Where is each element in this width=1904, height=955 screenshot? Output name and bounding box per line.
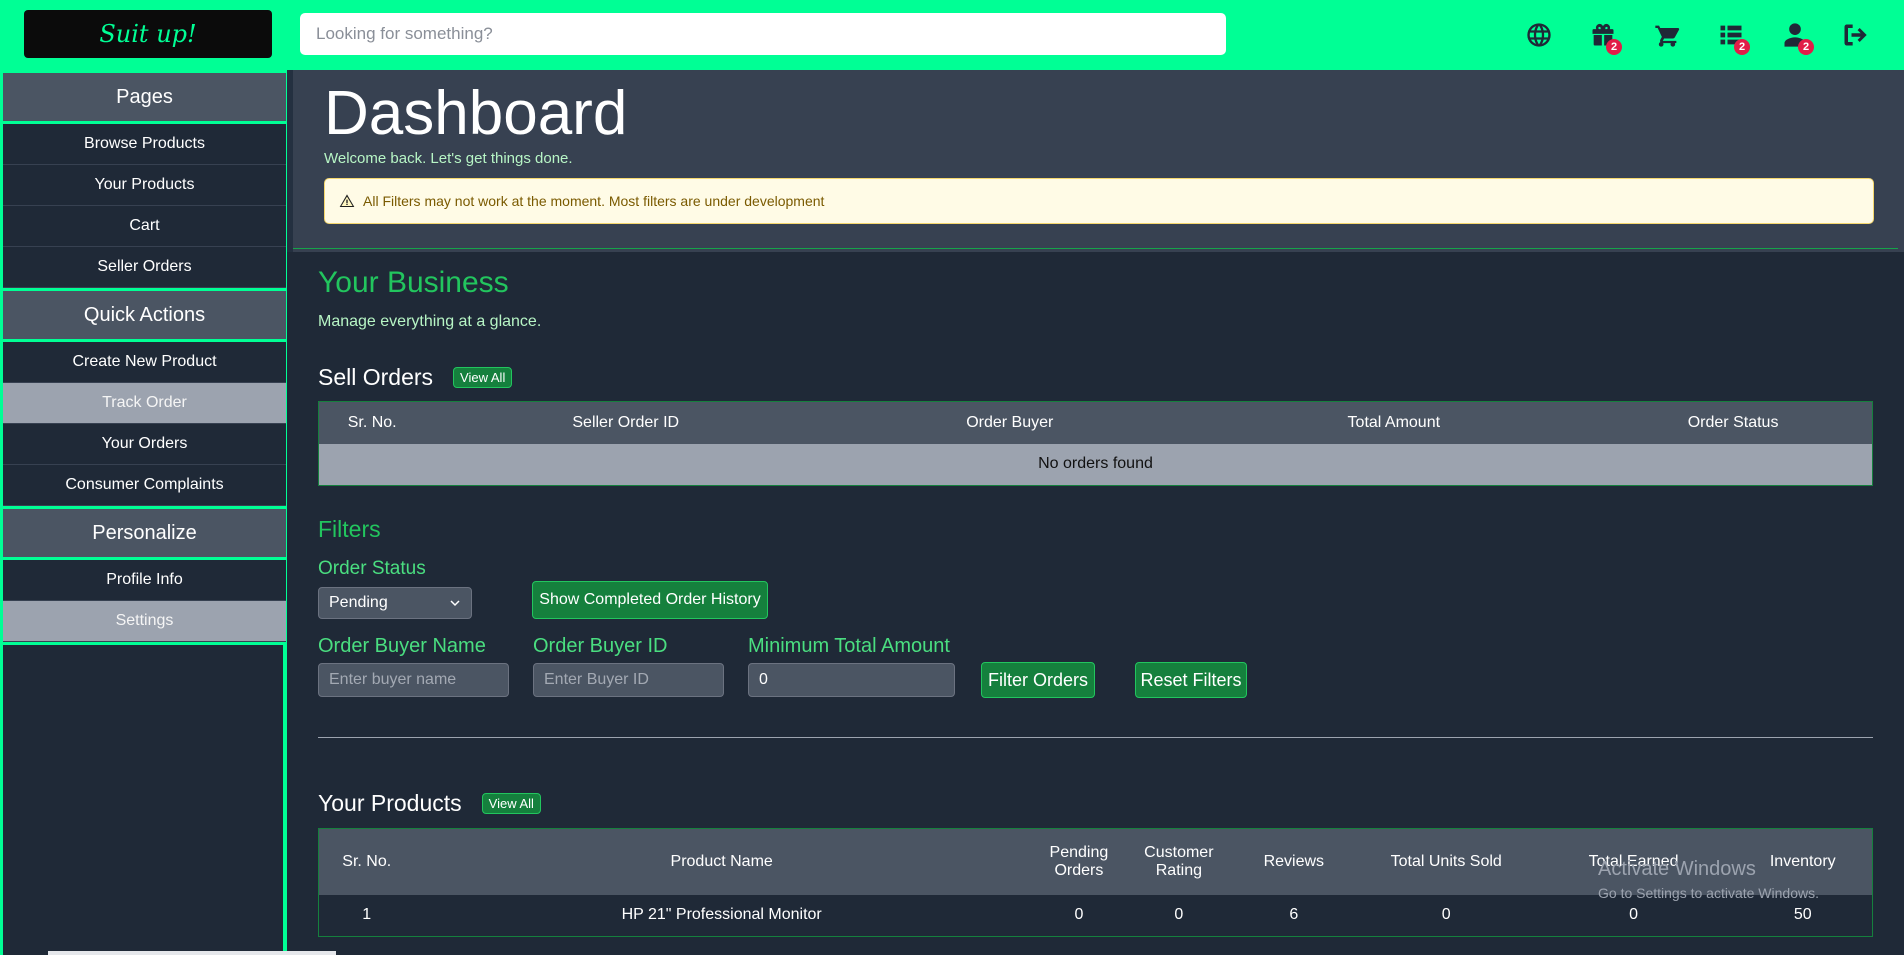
- sidebar-item-your-orders[interactable]: Your Orders: [3, 424, 286, 465]
- sidebar-header-quick-actions: Quick Actions: [3, 288, 286, 342]
- watermark-subtitle: Go to Settings to activate Windows.: [1598, 885, 1819, 901]
- order-status-select[interactable]: Pending: [318, 587, 472, 619]
- your-products-view-all-button[interactable]: View All: [481, 793, 541, 814]
- sidebar-item-settings[interactable]: Settings: [3, 601, 286, 642]
- alert-text: All Filters may not work at the moment. …: [363, 193, 825, 209]
- search-input[interactable]: [300, 13, 1226, 55]
- your-products-title: Your Products View All: [318, 790, 541, 817]
- page-title: Dashboard: [324, 79, 628, 148]
- logout-icon[interactable]: [1838, 18, 1872, 52]
- column-header: Reviews: [1263, 852, 1325, 870]
- buyer-id-label: Order Buyer ID: [533, 635, 668, 657]
- your-products-title-text: Your Products: [318, 790, 462, 816]
- top-navbar: Suit up! 2 2 2: [0, 0, 1904, 70]
- sidebar-item-your-products[interactable]: Your Products: [3, 165, 286, 206]
- warning-icon: [339, 194, 355, 207]
- brand-logo[interactable]: Suit up!: [24, 10, 272, 58]
- buyer-name-label: Order Buyer Name: [318, 635, 486, 657]
- cart-icon[interactable]: [1650, 18, 1684, 52]
- cell-reviews: 6: [1228, 894, 1359, 937]
- warning-alert: All Filters may not work at the moment. …: [324, 178, 1874, 224]
- gift-icon[interactable]: 2: [1586, 18, 1622, 55]
- buyer-id-input[interactable]: [533, 663, 724, 697]
- divider: [293, 248, 1898, 249]
- sidebar-item-browse-products[interactable]: Browse Products: [3, 124, 286, 165]
- sell-orders-title: Sell Orders View All: [318, 364, 513, 391]
- cell-customer-rating: 0: [1128, 894, 1229, 937]
- business-title: Your Business: [318, 266, 509, 299]
- sidebar-header-personalize: Personalize: [3, 506, 286, 560]
- horizontal-scrollbar[interactable]: [48, 951, 336, 955]
- sidebar-item-profile-info[interactable]: Profile Info: [3, 560, 286, 601]
- sidebar-item-consumer-complaints[interactable]: Consumer Complaints: [3, 465, 286, 506]
- column-header: Product Name: [670, 852, 773, 870]
- gift-badge: 2: [1606, 39, 1622, 55]
- main-content: Dashboard Welcome back. Let's get things…: [287, 70, 1904, 955]
- filter-orders-button[interactable]: Filter Orders: [981, 662, 1095, 698]
- list-icon[interactable]: 2: [1714, 18, 1750, 55]
- order-status-value: Pending: [329, 594, 388, 611]
- cell-pending-orders: 0: [1028, 894, 1129, 937]
- column-header: Order Status: [1687, 413, 1779, 431]
- globe-icon[interactable]: [1522, 18, 1556, 52]
- user-badge: 2: [1798, 39, 1814, 55]
- sell-orders-view-all-button[interactable]: View All: [453, 367, 513, 388]
- list-badge: 2: [1734, 39, 1750, 55]
- column-header: Customer Rating: [1144, 843, 1214, 879]
- user-icon[interactable]: 2: [1778, 18, 1814, 55]
- reset-filters-button[interactable]: Reset Filters: [1135, 662, 1247, 698]
- sell-orders-title-text: Sell Orders: [318, 364, 434, 390]
- column-header: Sr. No.: [342, 852, 392, 870]
- sidebar-item-seller-orders[interactable]: Seller Orders: [3, 247, 286, 288]
- sidebar: Pages Browse Products Your Products Cart…: [0, 70, 287, 955]
- sell-orders-table: Sr. No. Seller Order ID Order Buyer Tota…: [318, 401, 1873, 486]
- sidebar-header-pages: Pages: [3, 70, 286, 124]
- page-subtitle: Welcome back. Let's get things done.: [324, 150, 573, 167]
- cell-sr-no: 1: [318, 894, 415, 937]
- chevron-down-icon: [450, 600, 460, 607]
- column-header: Total Amount: [1347, 413, 1441, 431]
- cell-product-name: HP 21" Professional Monitor: [414, 894, 1029, 937]
- column-header: Total Units Sold: [1390, 852, 1502, 870]
- sidebar-item-cart[interactable]: Cart: [3, 206, 286, 247]
- sidebar-item-track-order[interactable]: Track Order: [3, 383, 286, 424]
- activate-windows-watermark: Activate Windows Go to Settings to activ…: [1598, 858, 1819, 901]
- cell-units-sold: 0: [1358, 894, 1534, 937]
- brand-logo-text: Suit up!: [99, 20, 197, 48]
- column-header: Seller Order ID: [572, 413, 680, 431]
- business-subtitle: Manage everything at a glance.: [318, 313, 542, 330]
- column-header: Pending Orders: [1049, 843, 1109, 879]
- filters-title: Filters: [318, 516, 381, 542]
- watermark-title: Activate Windows: [1598, 858, 1756, 880]
- order-status-label: Order Status: [318, 558, 426, 579]
- dashboard-hero: Dashboard Welcome back. Let's get things…: [287, 70, 1904, 252]
- show-completed-history-button[interactable]: Show Completed Order History: [532, 581, 768, 619]
- sidebar-item-create-product[interactable]: Create New Product: [3, 342, 286, 383]
- buyer-name-input[interactable]: [318, 663, 509, 697]
- section-divider: [318, 737, 1873, 738]
- empty-state: No orders found: [318, 443, 1873, 486]
- column-header: Sr. No.: [347, 413, 397, 431]
- column-header: Order Buyer: [966, 413, 1054, 431]
- min-amount-input[interactable]: [748, 663, 955, 697]
- min-amount-label: Minimum Total Amount: [748, 635, 950, 657]
